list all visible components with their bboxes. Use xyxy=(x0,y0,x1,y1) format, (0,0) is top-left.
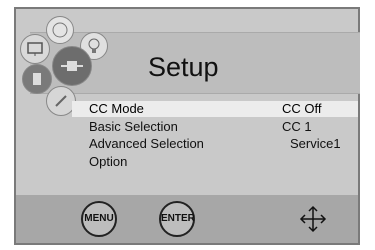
menu-item-label: Option xyxy=(89,154,128,169)
menu-item-value: CC 1 xyxy=(282,119,312,134)
menu-item-value: Service1 xyxy=(290,136,341,151)
menu-item-option[interactable]: Option xyxy=(72,154,358,170)
globe-icon[interactable] xyxy=(46,16,74,44)
menu-item-cc-mode[interactable]: CC Mode CC Off xyxy=(72,101,358,117)
move-arrows-icon xyxy=(299,205,327,233)
satellite-icon[interactable] xyxy=(52,46,92,86)
tv-icon[interactable] xyxy=(20,34,50,64)
page-title: Setup xyxy=(148,52,219,82)
menu-item-label: Advanced Selection xyxy=(89,136,204,151)
menu-item-value: CC Off xyxy=(282,101,322,116)
menu-button[interactable]: MENU xyxy=(81,201,117,237)
menu-item-basic-selection[interactable]: Basic Selection CC 1 xyxy=(72,119,358,135)
enter-button[interactable]: ENTER xyxy=(159,201,195,237)
menu-item-label: CC Mode xyxy=(89,101,144,116)
setup-menu: CC Mode CC Off Basic Selection CC 1 Adva… xyxy=(72,98,358,184)
menu-item-advanced-selection[interactable]: Advanced Selection Service1 xyxy=(72,136,358,152)
menu-item-label: Basic Selection xyxy=(89,119,178,134)
